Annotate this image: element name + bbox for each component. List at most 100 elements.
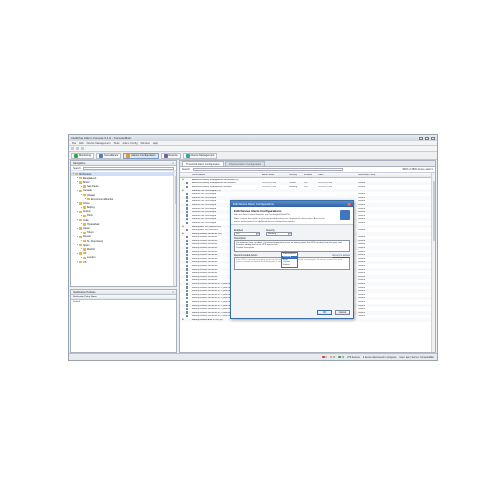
column-header[interactable]: Label: [318, 174, 352, 176]
row-toggle[interactable]: [180, 199, 192, 203]
column-header[interactable]: Enabled: [304, 174, 318, 176]
menu-item[interactable]: Edit: [79, 142, 83, 145]
perspective-button[interactable]: Device Management: [182, 152, 218, 159]
row-checkbox[interactable]: [186, 228, 189, 232]
row-checkbox[interactable]: [186, 253, 189, 257]
maximize-button[interactable]: [425, 136, 429, 140]
row-toggle[interactable]: [180, 311, 192, 314]
list-item[interactable]: Default: [71, 300, 176, 304]
row-toggle[interactable]: [180, 279, 192, 282]
column-header[interactable]: Alarm Name: [262, 174, 289, 176]
row-toggle[interactable]: [180, 289, 192, 293]
close-button[interactable]: [431, 136, 435, 140]
row-checkbox[interactable]: [186, 257, 189, 260]
menu-item[interactable]: Alarm Config: [123, 142, 138, 145]
row-toggle[interactable]: [180, 282, 192, 286]
row-toggle[interactable]: [180, 261, 192, 264]
row-toggle[interactable]: [180, 300, 192, 304]
editor-tab[interactable]: Threshold Alarm Configuration: [182, 161, 224, 166]
row-toggle[interactable]: [180, 228, 192, 232]
menu-item[interactable]: File: [72, 142, 76, 145]
scroll-thumb[interactable]: [432, 181, 435, 241]
menu-item[interactable]: Device Management: [87, 142, 111, 145]
perspective-button[interactable]: Monitoring: [71, 152, 95, 159]
navigation-search-input[interactable]: [83, 166, 174, 170]
row-checkbox[interactable]: [186, 217, 189, 221]
dropdown-option[interactable]: Failure: [282, 264, 297, 267]
row-checkbox[interactable]: [186, 293, 189, 296]
column-header[interactable]: Notification Policy: [352, 174, 431, 176]
row-checkbox[interactable]: [186, 311, 189, 314]
filter-input[interactable]: [192, 167, 343, 172]
row-toggle[interactable]: [180, 196, 192, 199]
row-checkbox[interactable]: [186, 207, 189, 210]
table-scrollbar[interactable]: [431, 173, 435, 352]
minimize-button[interactable]: [419, 136, 423, 140]
navigation-scrollbar[interactable]: [173, 171, 176, 286]
scroll-thumb[interactable]: [174, 176, 176, 204]
row-toggle[interactable]: [180, 264, 192, 268]
toolbar-forward-icon[interactable]: [76, 147, 79, 150]
row-toggle[interactable]: [180, 182, 192, 185]
tree-node[interactable]: ▸ US: [71, 260, 176, 264]
row-toggle[interactable]: [180, 275, 192, 278]
row-toggle[interactable]: [180, 207, 192, 210]
menu-item[interactable]: Window: [141, 142, 150, 145]
row-checkbox[interactable]: [186, 304, 189, 307]
row-checkbox[interactable]: [186, 314, 189, 318]
editor-tab[interactable]: Inherited Alarm Configuration: [224, 161, 266, 166]
row-checkbox[interactable]: [186, 268, 189, 271]
perspective-button[interactable]: Alarms Configuration: [123, 152, 159, 159]
row-toggle[interactable]: [180, 304, 192, 307]
row-checkbox[interactable]: [186, 185, 189, 188]
row-checkbox[interactable]: [186, 203, 189, 206]
row-toggle[interactable]: [180, 257, 192, 260]
row-toggle[interactable]: [180, 253, 192, 257]
row-checkbox[interactable]: [186, 210, 189, 214]
row-toggle[interactable]: [180, 185, 192, 189]
row-checkbox[interactable]: [186, 307, 189, 311]
row-checkbox[interactable]: [186, 261, 189, 264]
row-toggle[interactable]: [180, 203, 192, 207]
row-toggle[interactable]: [180, 293, 192, 296]
row-checkbox[interactable]: [186, 271, 189, 275]
revert-to-default-link[interactable]: Revert to default: [332, 254, 350, 257]
cancel-button[interactable]: Cancel: [335, 310, 350, 315]
row-toggle[interactable]: [180, 217, 192, 221]
row-checkbox[interactable]: [186, 192, 189, 196]
close-view-icon[interactable]: ✕: [172, 291, 174, 294]
row-toggle[interactable]: [180, 268, 192, 271]
collapse-icon[interactable]: ⊟: [180, 232, 192, 235]
row-toggle[interactable]: [180, 235, 192, 239]
collapse-icon[interactable]: ⊟: [180, 318, 192, 321]
row-toggle[interactable]: [180, 307, 192, 311]
row-toggle[interactable]: [180, 210, 192, 214]
row-checkbox[interactable]: [186, 239, 189, 242]
collapse-icon[interactable]: ⊟: [180, 178, 192, 181]
row-toggle[interactable]: [180, 221, 192, 225]
severity-select[interactable]: Warning ▾: [266, 231, 292, 236]
dialog-close-icon[interactable]: ✕: [347, 202, 351, 206]
menu-item[interactable]: Help: [153, 142, 158, 145]
row-checkbox[interactable]: [186, 264, 189, 268]
row-checkbox[interactable]: [186, 275, 189, 278]
perspective-button[interactable]: Surveillance: [96, 152, 122, 159]
row-toggle[interactable]: [180, 297, 192, 300]
toolbar-back-icon[interactable]: [71, 147, 74, 150]
enabled-select[interactable]: Yes ▾: [234, 231, 260, 236]
column-header[interactable]: Device Alarm: [192, 174, 262, 176]
row-checkbox[interactable]: [186, 221, 189, 224]
collapse-icon[interactable]: ⊟: [180, 225, 192, 228]
row-checkbox[interactable]: [186, 289, 189, 293]
row-toggle[interactable]: [180, 271, 192, 275]
ok-button[interactable]: OK: [317, 310, 332, 315]
row-checkbox[interactable]: [186, 279, 189, 282]
row-checkbox[interactable]: [186, 182, 189, 185]
row-toggle[interactable]: [180, 239, 192, 243]
row-toggle[interactable]: [180, 214, 192, 217]
close-view-icon[interactable]: ✕: [172, 162, 174, 165]
column-header[interactable]: Severity: [289, 174, 304, 176]
perspective-button[interactable]: Reports: [160, 152, 181, 159]
row-checkbox[interactable]: [186, 286, 189, 289]
row-checkbox[interactable]: [186, 246, 189, 250]
